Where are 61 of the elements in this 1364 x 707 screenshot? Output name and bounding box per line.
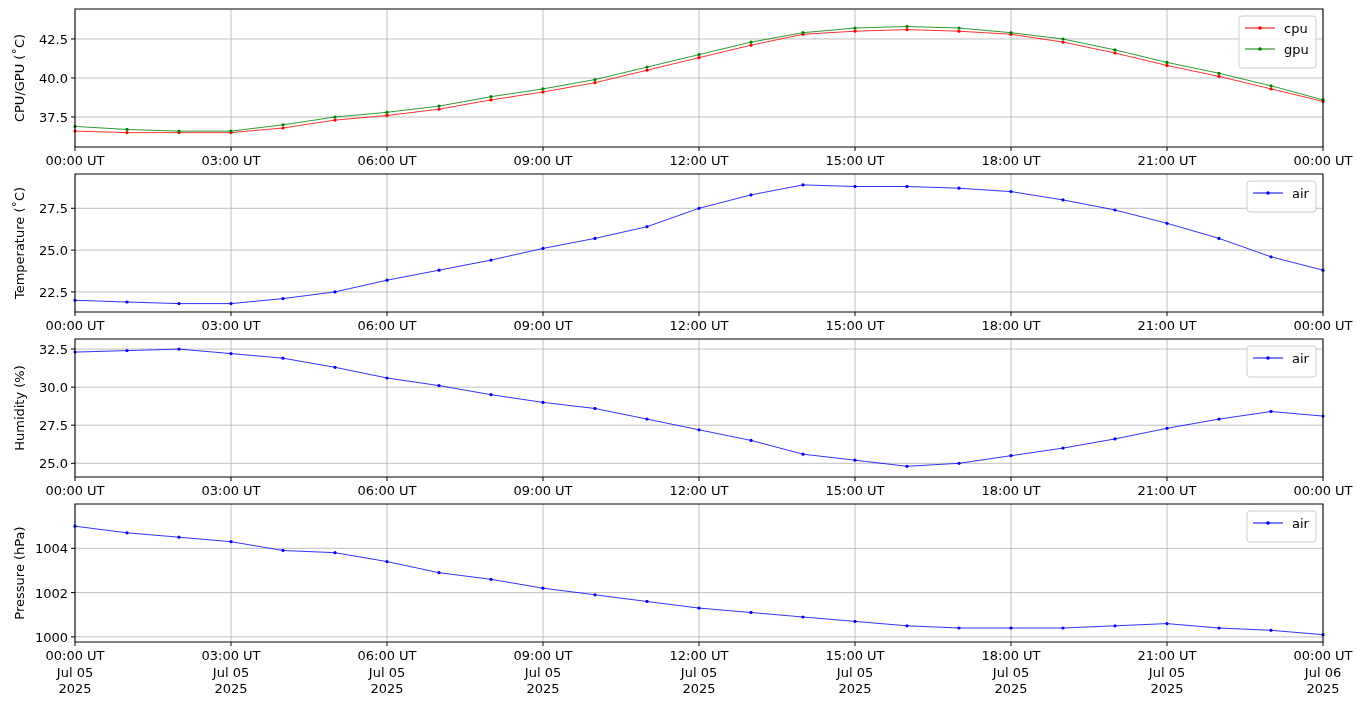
legend-label: air (1292, 351, 1309, 366)
tick-label: 12:00 UT (669, 153, 729, 165)
tick-label: 00:00 UT (1293, 483, 1353, 495)
tick-label: 06:00 UT (357, 318, 417, 330)
legend-box (1246, 345, 1317, 378)
tick-label: 18:00 UT (981, 483, 1041, 495)
axis-label: Humidity (%) (12, 365, 27, 451)
tick-label: 30.0 (39, 380, 68, 396)
tick-label: 00:00 UT Jul 05 2025 (45, 648, 105, 696)
tick-label: 15:00 UT (825, 483, 885, 495)
tick-label: 25.0 (39, 243, 68, 259)
tick-label: 03:00 UT (201, 483, 261, 495)
axis-label: Temperature (˚C) (12, 186, 27, 300)
tick-label: 09:00 UT (513, 318, 573, 330)
tick-label: 03:00 UT (201, 318, 261, 330)
tick-label: 12:00 UT Jul 05 2025 (669, 648, 729, 696)
tick-label: 15:00 UT (825, 318, 885, 330)
tick-label: 40.0 (39, 71, 68, 86)
tick-label: 09:00 UT (513, 483, 573, 495)
tick-label: 00:00 UT (45, 318, 105, 330)
tick-label: 32.5 (39, 342, 68, 358)
tick-label: 27.5 (39, 418, 68, 434)
axis-label: CPU/GPU (˚C) (12, 33, 27, 123)
tick-label: 22.5 (39, 284, 68, 300)
legend-label: air (1292, 516, 1309, 531)
tick-label: 12:00 UT (669, 318, 729, 330)
tick-label: 15:00 UT Jul 05 2025 (825, 648, 885, 696)
tick-label: 09:00 UT Jul 05 2025 (513, 648, 573, 696)
tick-label: 27.5 (39, 201, 68, 217)
legend-box (1246, 180, 1317, 213)
tick-label: 37.5 (39, 110, 68, 126)
tick-label: 18:00 UT (981, 318, 1041, 330)
axis-label: Pressure (hPa) (12, 526, 27, 620)
tick-label: 21:00 UT (1137, 318, 1197, 330)
tick-label: 18:00 UT Jul 05 2025 (981, 648, 1041, 696)
tick-label: 15:00 UT (825, 153, 885, 165)
legend-box (1246, 510, 1317, 543)
tick-label: 21:00 UT (1137, 483, 1197, 495)
tick-label: 21:00 UT Jul 05 2025 (1137, 648, 1197, 696)
tick-label: 1002 (34, 585, 68, 601)
tick-label: 1004 (34, 541, 68, 557)
tick-label: 03:00 UT (201, 153, 261, 165)
tick-label: 09:00 UT (513, 153, 573, 165)
tick-label: 06:00 UT Jul 05 2025 (357, 648, 417, 696)
tick-label: 12:00 UT (669, 483, 729, 495)
legend-label: gpu (1284, 42, 1309, 57)
legend-label: air (1292, 186, 1309, 201)
tick-label: 00:00 UT (1293, 318, 1353, 330)
tick-label: 00:00 UT (1293, 153, 1353, 165)
tick-label: 21:00 UT (1137, 153, 1197, 165)
tick-label: 00:00 UT Jul 06 2025 (1293, 648, 1353, 696)
tick-label: 25.0 (39, 456, 68, 472)
tick-label: 00:00 UT (45, 483, 105, 495)
tick-label: 03:00 UT Jul 05 2025 (201, 648, 261, 696)
tick-label: 06:00 UT (357, 483, 417, 495)
legend-label: cpu (1284, 21, 1308, 36)
tick-label: 18:00 UT (981, 153, 1041, 165)
tick-label: 42.5 (39, 31, 68, 47)
tick-label: 00:00 UT (45, 153, 105, 165)
tick-label: 1000 (34, 629, 68, 645)
tick-label: 06:00 UT (357, 153, 417, 165)
